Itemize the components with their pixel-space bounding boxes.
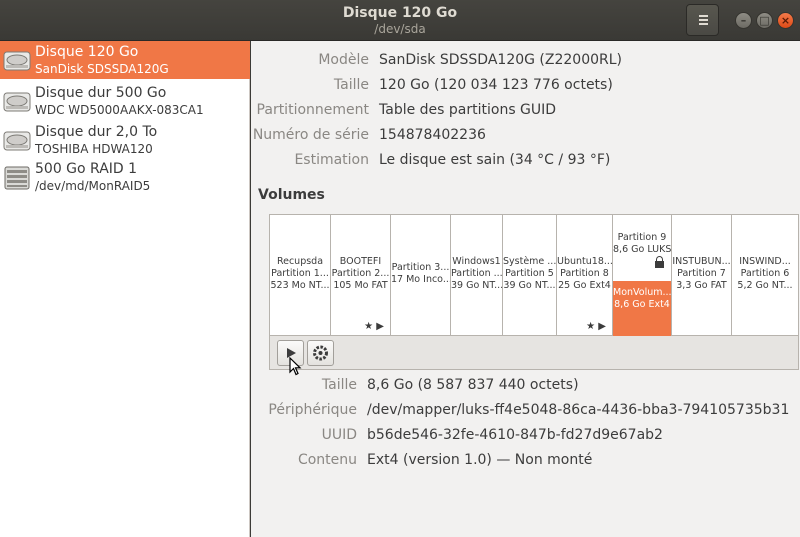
title-bar: Disque 120 Go /dev/sda – □ × xyxy=(0,0,800,41)
drive-name: Disque dur 500 Go xyxy=(35,85,167,101)
mouse-cursor-icon xyxy=(289,357,302,376)
maximize-button[interactable]: □ xyxy=(756,12,773,29)
serial-label: Numéro de série xyxy=(252,127,369,143)
volume-type: Partition 9 xyxy=(617,232,667,243)
volume-block-selected[interactable]: MonVolum... 8,6 Go Ext4 xyxy=(613,281,671,336)
drive-model: TOSHIBA HDWA120 xyxy=(35,142,153,156)
gear-icon xyxy=(313,345,328,361)
volume-map: Recupsda Partition 1... 523 Mo NT... BOO… xyxy=(269,214,799,336)
partitioning-label: Partitionnement xyxy=(256,102,369,118)
drive-model: SanDisk SDSSDA120G xyxy=(35,62,169,76)
drive-name: 500 Go RAID 1 xyxy=(35,161,138,177)
model-value: SanDisk SDSSDA120G (Z22000RL) xyxy=(379,52,623,68)
volume-block[interactable]: Système ... Partition 5 39 Go NT... xyxy=(503,215,557,336)
volume-size: 39 Go NT... xyxy=(503,280,556,291)
volumes-heading: Volumes xyxy=(258,187,325,203)
window-title: Disque 120 Go xyxy=(342,5,458,21)
volume-label: Partition 3... xyxy=(391,262,450,273)
volume-size: 8,6 Go Ext4 xyxy=(614,299,670,310)
window-subtitle: /dev/sda xyxy=(374,22,426,36)
uuid-label: UUID xyxy=(321,427,357,443)
volume-size: 5,2 Go NT... xyxy=(737,280,793,291)
volume-size: 25 Go Ext4 xyxy=(558,280,611,291)
hard-disk-icon xyxy=(3,51,31,71)
settings-button[interactable] xyxy=(307,340,334,366)
volume-size: 3,3 Go FAT xyxy=(676,280,727,291)
maximize-icon: □ xyxy=(759,14,770,27)
luks-container[interactable]: Partition 9 8,6 Go LUKS xyxy=(613,215,671,281)
drive-item-disque-500[interactable]: Disque dur 500 Go WDC WD5000AAKX-083CA1 xyxy=(0,82,250,120)
volume-label: INSTUBUN... xyxy=(672,256,731,267)
volume-size: 8,6 Go LUKS xyxy=(613,244,672,255)
size-value: 120 Go (120 034 123 776 octets) xyxy=(379,77,613,93)
close-button[interactable]: × xyxy=(777,12,794,29)
minimize-button[interactable]: – xyxy=(735,12,752,29)
device-label: Périphérique xyxy=(268,402,357,418)
volume-label: Système ... xyxy=(503,256,557,267)
hamburger-icon xyxy=(699,15,708,17)
raid-array-icon xyxy=(4,166,30,190)
minimize-icon: – xyxy=(740,14,747,27)
volume-block[interactable]: Windows1 Partition ... 39 Go NT... xyxy=(451,215,503,336)
hard-disk-icon xyxy=(3,92,31,112)
contents-value: Ext4 (version 1.0) — Non monté xyxy=(367,452,593,468)
volume-type: 17 Mo Inco... xyxy=(391,274,451,285)
model-label: Modèle xyxy=(318,52,369,68)
mount-star-icon: ★ ▶ xyxy=(586,321,606,332)
volume-type: Partition ... xyxy=(451,268,503,279)
volume-block[interactable]: BOOTEFI Partition 2... 105 Mo FAT ★ ▶ xyxy=(331,215,391,336)
volume-label: Recupsda xyxy=(276,256,324,267)
volume-type: Partition 7 xyxy=(677,268,726,279)
drive-list: Disque 120 Go SanDisk SDSSDA120G Disque … xyxy=(0,41,250,537)
volume-label: MonVolum... xyxy=(613,287,672,298)
partitioning-value: Table des partitions GUID xyxy=(379,102,557,118)
volume-block[interactable]: Recupsda Partition 1... 523 Mo NT... xyxy=(270,215,331,336)
drive-name: Disque 120 Go xyxy=(35,44,139,60)
volume-size-label: Taille xyxy=(321,377,357,393)
drive-item-disque-120[interactable]: Disque 120 Go SanDisk SDSSDA120G xyxy=(0,41,250,79)
contents-label: Contenu xyxy=(297,452,357,468)
disk-details-panel: Modèle SanDisk SDSSDA120G (Z22000RL) Tai… xyxy=(251,41,800,537)
volume-toolbar xyxy=(269,336,799,370)
close-icon: × xyxy=(780,14,791,27)
volume-type: Partition 2... xyxy=(331,268,390,279)
volume-label: Ubuntu18... xyxy=(557,256,613,267)
hard-disk-icon xyxy=(3,131,31,151)
drive-model: WDC WD5000AAKX-083CA1 xyxy=(35,103,204,117)
volume-size: 39 Go NT... xyxy=(451,280,503,291)
assessment-value: Le disque est sain (34 °C / 93 °F) xyxy=(379,152,611,168)
serial-value: 154878402236 xyxy=(379,127,486,143)
drive-model: /dev/md/MonRAID5 xyxy=(35,179,151,193)
volume-label: INSWIND... xyxy=(739,256,791,267)
assessment-label: Estimation xyxy=(294,152,369,168)
drive-item-disque-2to[interactable]: Disque dur 2,0 To TOSHIBA HDWA120 xyxy=(0,121,250,159)
mount-star-icon: ★ ▶ xyxy=(364,321,384,332)
volume-type: Partition 1... xyxy=(271,268,329,279)
volume-type: Partition 8 xyxy=(560,268,609,279)
volume-block[interactable]: Ubuntu18... Partition 8 25 Go Ext4 ★ ▶ xyxy=(557,215,613,336)
volume-block[interactable]: INSWIND... Partition 6 5,2 Go NT... xyxy=(732,215,798,336)
volume-label: Windows1 xyxy=(452,256,501,267)
volume-block[interactable]: Partition 3... 17 Mo Inco... xyxy=(391,215,451,336)
size-label: Taille xyxy=(333,77,369,93)
volume-size-value: 8,6 Go (8 587 837 440 octets) xyxy=(367,377,579,393)
drive-item-raid[interactable]: 500 Go RAID 1 /dev/md/MonRAID5 xyxy=(0,158,250,196)
volume-label: BOOTEFI xyxy=(339,256,382,267)
volume-block-luks[interactable]: Partition 9 8,6 Go LUKS MonVolum... 8,6 … xyxy=(613,215,672,336)
volume-type: Partition 5 xyxy=(505,268,554,279)
volume-type: Partition 6 xyxy=(740,268,790,279)
drive-name: Disque dur 2,0 To xyxy=(35,124,158,140)
uuid-value: b56de546-32fe-4610-847b-fd27d9e67ab2 xyxy=(367,427,663,443)
volume-block[interactable]: INSTUBUN... Partition 7 3,3 Go FAT xyxy=(672,215,732,336)
volume-size: 105 Mo FAT xyxy=(333,280,388,291)
lock-icon xyxy=(655,256,664,269)
volume-size: 523 Mo NT... xyxy=(270,280,330,291)
menu-button[interactable] xyxy=(686,4,719,36)
device-value: /dev/mapper/luks-ff4e5048-86ca-4436-bba3… xyxy=(367,402,790,418)
